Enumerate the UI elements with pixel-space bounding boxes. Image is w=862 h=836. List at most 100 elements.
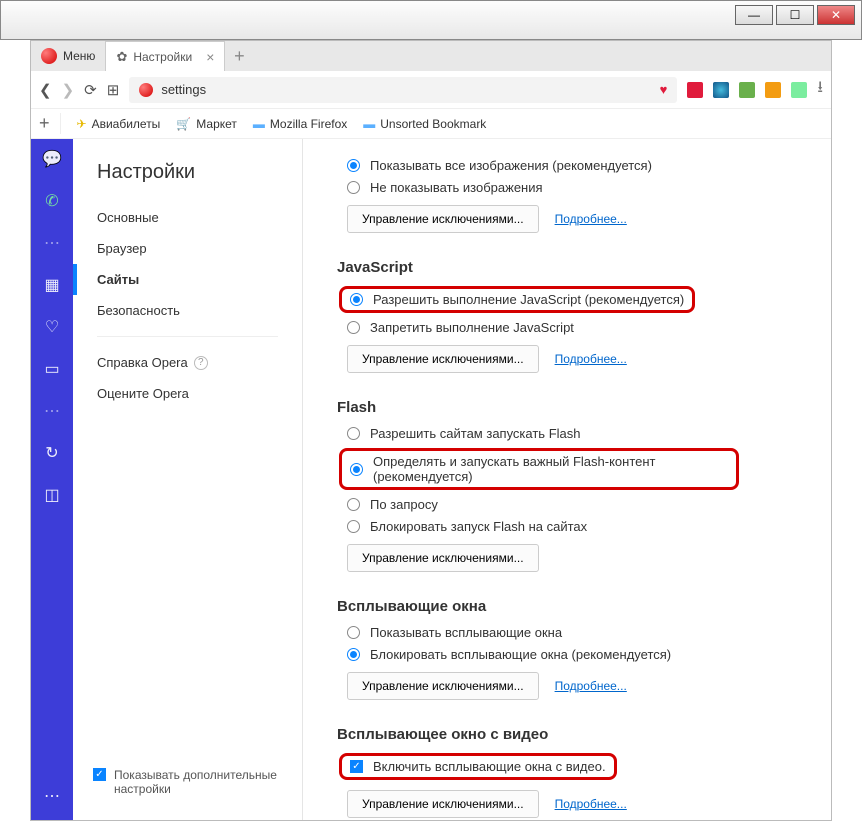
radio-icon bbox=[347, 321, 360, 334]
cube-icon[interactable]: ◫ bbox=[44, 485, 59, 505]
section-popups: Всплывающие окна bbox=[337, 598, 797, 615]
extension-4-icon[interactable] bbox=[765, 82, 781, 98]
menu-button[interactable]: Меню bbox=[31, 41, 106, 71]
divider bbox=[97, 336, 278, 337]
radio-icon bbox=[347, 181, 360, 194]
menu-label: Меню bbox=[63, 49, 95, 63]
radio-icon bbox=[347, 648, 360, 661]
divider-icon: ⋯ bbox=[44, 401, 60, 421]
address-input[interactable]: settings ♥ bbox=[129, 77, 677, 103]
url-text: settings bbox=[161, 82, 206, 97]
sidebar-help[interactable]: Справка Opera ? bbox=[73, 347, 302, 378]
checkbox-icon: ✓ bbox=[350, 760, 363, 773]
divider-icon: ⋯ bbox=[44, 233, 60, 253]
bookmark-folder[interactable]: ▬Unsorted Bookmark bbox=[363, 117, 486, 131]
radio-icon bbox=[347, 159, 360, 172]
settings-content[interactable]: Показывать все изображения (рекомендуетс… bbox=[303, 139, 831, 820]
gear-icon: ✿ bbox=[116, 49, 127, 65]
images-hide[interactable]: Не показывать изображения bbox=[347, 180, 797, 195]
close-button[interactable]: ✕ bbox=[817, 5, 855, 25]
minimize-button[interactable]: — bbox=[735, 5, 773, 25]
highlight-video: ✓ Включить всплывающие окна с видео. bbox=[339, 753, 617, 780]
content-area: 💬 ✆ ⋯ ▦ ♡ ▭ ⋯ ↻ ◫ ⋯ Настройки Основные Б… bbox=[31, 139, 831, 820]
radio-icon bbox=[350, 293, 363, 306]
heart-icon[interactable]: ♥ bbox=[660, 82, 668, 97]
learn-more-link[interactable]: Подробнее... bbox=[555, 797, 627, 811]
grid-icon[interactable]: ▦ bbox=[44, 275, 59, 295]
tab-bar: Меню ✿ Настройки × + bbox=[31, 41, 831, 71]
section-flash: Flash bbox=[337, 399, 797, 416]
address-bar-row: ❮ ❯ ⟳ ⊞ settings ♥ ⭳ bbox=[31, 71, 831, 109]
new-tab-button[interactable]: + bbox=[225, 46, 253, 67]
extension-5-icon[interactable] bbox=[791, 82, 807, 98]
extension-2-icon[interactable] bbox=[713, 82, 729, 98]
site-icon bbox=[139, 83, 153, 97]
forward-button[interactable]: ❯ bbox=[62, 81, 75, 99]
speeddial-button[interactable]: ⊞ bbox=[107, 81, 120, 99]
manage-exceptions-button[interactable]: Управление исключениями... bbox=[347, 205, 539, 233]
bookmark-folder[interactable]: ▬Mozilla Firefox bbox=[253, 117, 347, 131]
reload-button[interactable]: ⟳ bbox=[84, 81, 97, 99]
close-tab-icon[interactable]: × bbox=[206, 49, 214, 65]
section-video-popup: Всплывающее окно с видео bbox=[337, 726, 797, 743]
radio-icon bbox=[347, 427, 360, 440]
radio-icon bbox=[347, 626, 360, 639]
manage-exceptions-button[interactable]: Управление исключениями... bbox=[347, 345, 539, 373]
sidebar-rate[interactable]: Оцените Opera bbox=[73, 378, 302, 409]
extension-3-icon[interactable] bbox=[739, 82, 755, 98]
flash-ondemand[interactable]: По запросу bbox=[347, 497, 797, 512]
cart-icon: 🛒 bbox=[176, 117, 191, 131]
history-icon[interactable]: ↻ bbox=[45, 443, 58, 463]
plane-icon: ✈ bbox=[77, 117, 87, 131]
manage-exceptions-button[interactable]: Управление исключениями... bbox=[347, 790, 539, 818]
popups-show[interactable]: Показывать всплывающие окна bbox=[347, 625, 797, 640]
learn-more-link[interactable]: Подробнее... bbox=[555, 679, 627, 693]
js-deny[interactable]: Запретить выполнение JavaScript bbox=[347, 320, 797, 335]
sidebar-item-security[interactable]: Безопасность bbox=[73, 295, 302, 326]
sidebar-item-websites[interactable]: Сайты bbox=[73, 264, 302, 295]
sidebar-item-browser[interactable]: Браузер bbox=[73, 233, 302, 264]
js-allow[interactable]: Разрешить выполнение JavaScript (рекомен… bbox=[373, 292, 684, 307]
help-icon: ? bbox=[194, 356, 208, 370]
highlight-flash: Определять и запускать важный Flash-конт… bbox=[339, 448, 739, 490]
popups-block[interactable]: Блокировать всплывающие окна (рекомендуе… bbox=[347, 647, 797, 662]
extension-1-icon[interactable] bbox=[687, 82, 703, 98]
radio-icon bbox=[350, 463, 363, 476]
flash-detect[interactable]: Определять и запускать важный Flash-конт… bbox=[373, 454, 728, 484]
maximize-button[interactable]: ☐ bbox=[776, 5, 814, 25]
images-show-all[interactable]: Показывать все изображения (рекомендуетс… bbox=[347, 158, 797, 173]
tab-settings[interactable]: ✿ Настройки × bbox=[106, 41, 225, 71]
advanced-settings-toggle[interactable]: ✓ Показывать дополнительные настройки bbox=[73, 768, 302, 806]
opera-logo-icon bbox=[41, 48, 57, 64]
page-title: Настройки bbox=[73, 153, 302, 202]
add-bookmark-button[interactable]: + bbox=[39, 113, 61, 134]
manage-exceptions-button[interactable]: Управление исключениями... bbox=[347, 544, 539, 572]
more-icon[interactable]: ⋯ bbox=[44, 786, 60, 806]
manage-exceptions-button[interactable]: Управление исключениями... bbox=[347, 672, 539, 700]
folder-icon: ▬ bbox=[253, 117, 265, 131]
video-enable[interactable]: Включить всплывающие окна с видео. bbox=[373, 759, 606, 774]
learn-more-link[interactable]: Подробнее... bbox=[555, 212, 627, 226]
whatsapp-icon[interactable]: ✆ bbox=[45, 191, 58, 211]
bookmark-item[interactable]: ✈Авиабилеты bbox=[77, 117, 161, 131]
learn-more-link[interactable]: Подробнее... bbox=[555, 352, 627, 366]
browser-window: Меню ✿ Настройки × + ❮ ❯ ⟳ ⊞ settings ♥ … bbox=[30, 40, 832, 821]
heart-rail-icon[interactable]: ♡ bbox=[45, 317, 59, 337]
bookmarks-bar: + ✈Авиабилеты 🛒Маркет ▬Mozilla Firefox ▬… bbox=[31, 109, 831, 139]
settings-sidebar: Настройки Основные Браузер Сайты Безопас… bbox=[73, 139, 303, 820]
flash-allow[interactable]: Разрешить сайтам запускать Flash bbox=[347, 426, 797, 441]
extension-icons: ⭳ bbox=[687, 76, 823, 103]
bookmark-item[interactable]: 🛒Маркет bbox=[176, 117, 237, 131]
radio-icon bbox=[347, 520, 360, 533]
news-icon[interactable]: ▭ bbox=[44, 359, 59, 379]
messenger-icon[interactable]: 💬 bbox=[42, 149, 62, 169]
section-javascript: JavaScript bbox=[337, 259, 797, 276]
back-button[interactable]: ❮ bbox=[39, 81, 52, 99]
folder-icon: ▬ bbox=[363, 117, 375, 131]
highlight-js: Разрешить выполнение JavaScript (рекомен… bbox=[339, 286, 695, 313]
window-titlebar: — ☐ ✕ bbox=[0, 0, 862, 40]
flash-block[interactable]: Блокировать запуск Flash на сайтах bbox=[347, 519, 797, 534]
sidebar-item-basic[interactable]: Основные bbox=[73, 202, 302, 233]
radio-icon bbox=[347, 498, 360, 511]
download-icon[interactable]: ⭳ bbox=[817, 76, 823, 103]
